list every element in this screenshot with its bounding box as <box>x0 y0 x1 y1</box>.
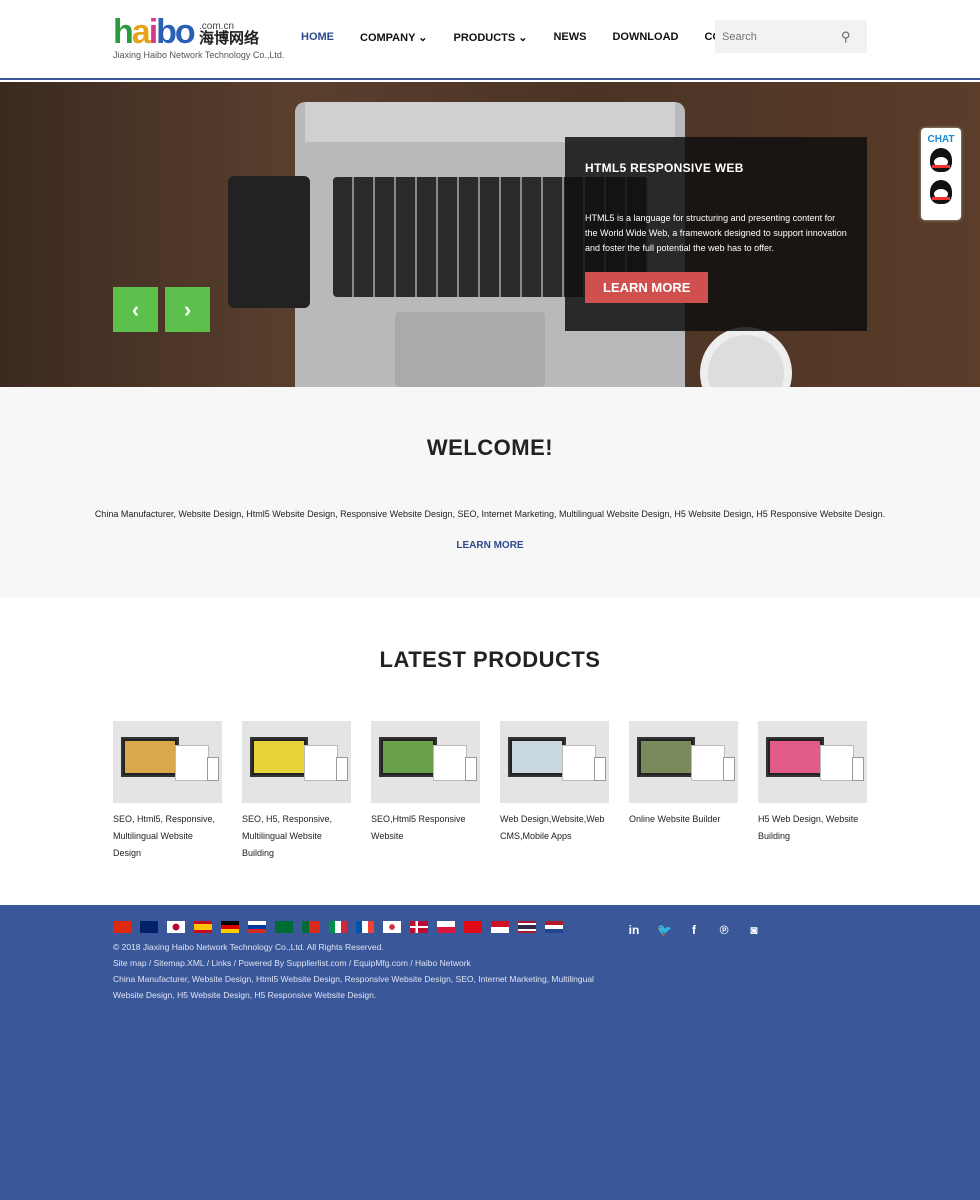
product-thumbnail[interactable] <box>500 721 609 803</box>
welcome-text: China Manufacturer, Website Design, Html… <box>94 509 886 519</box>
product-list: SEO, Html5, Responsive, Multilingual Web… <box>113 721 867 862</box>
flag-pt-icon[interactable] <box>302 921 320 933</box>
hero-slider: ‹ › HTML5 RESPONSIVE WEB HTML5 is a lang… <box>0 82 980 387</box>
product-name[interactable]: SEO,Html5 Responsive Website <box>371 811 480 845</box>
footer-links[interactable]: Site map / Sitemap.XML / Links / Powered… <box>113 955 603 971</box>
footer-keywords: China Manufacturer, Website Design, Html… <box>113 974 594 1000</box>
header: haibo .com.cn 海博网络 Jiaxing Haibo Network … <box>0 0 980 80</box>
search-icon[interactable]: ⚲ <box>841 29 851 45</box>
search-box: ⚲ <box>715 20 867 53</box>
nav-news[interactable]: NEWS <box>553 31 586 44</box>
chat-widget[interactable]: CHAT <box>921 128 961 220</box>
flag-id-icon[interactable] <box>491 921 509 933</box>
flag-cn-icon[interactable] <box>113 921 131 933</box>
product-card[interactable]: Online Website Builder <box>629 721 738 862</box>
social-links: in 🐦 f ℗ ◙ <box>627 923 761 937</box>
hero-text: HTML5 is a language for structuring and … <box>585 213 847 253</box>
flag-kr-icon[interactable] <box>383 921 401 933</box>
product-card[interactable]: H5 Web Design, Website Building <box>758 721 867 862</box>
search-input[interactable] <box>715 30 835 43</box>
product-name[interactable]: SEO, H5, Responsive, Multilingual Websit… <box>242 811 351 862</box>
learn-more-button[interactable]: LEARN MORE <box>585 272 709 303</box>
product-card[interactable]: SEO, Html5, Responsive, Multilingual Web… <box>113 721 222 862</box>
product-thumbnail[interactable] <box>371 721 480 803</box>
flag-sa-icon[interactable] <box>275 921 293 933</box>
cup-image <box>700 327 792 387</box>
facebook-icon[interactable]: f <box>687 923 701 937</box>
product-thumbnail[interactable] <box>629 721 738 803</box>
welcome-section: WELCOME! China Manufacturer, Website Des… <box>0 387 980 597</box>
flag-fr-icon[interactable] <box>356 921 374 933</box>
section-title: LATEST PRODUCTS <box>379 647 601 672</box>
product-card[interactable]: SEO,Html5 Responsive Website <box>371 721 480 862</box>
product-thumbnail[interactable] <box>758 721 867 803</box>
logo-domain: .com.cn 海博网络 <box>199 21 260 47</box>
instagram-icon[interactable]: ◙ <box>747 923 761 937</box>
qq-icon[interactable] <box>930 148 952 172</box>
product-thumbnail[interactable] <box>113 721 222 803</box>
flag-ru-icon[interactable] <box>248 921 266 933</box>
flag-gb-icon[interactable] <box>140 921 158 933</box>
logo-mark: haibo <box>113 13 196 51</box>
nav-company[interactable]: COMPANY ⌄ <box>360 31 427 44</box>
flag-no-icon[interactable] <box>410 921 428 933</box>
company-name: Jiaxing Haibo Network Technology Co.,Ltd… <box>113 50 285 60</box>
logo[interactable]: haibo .com.cn 海博网络 Jiaxing Haibo Network … <box>113 13 285 60</box>
product-thumbnail[interactable] <box>242 721 351 803</box>
flag-th-icon[interactable] <box>518 921 536 933</box>
product-card[interactable]: Web Design,Website,Web CMS,Mobile Apps <box>500 721 609 862</box>
language-flags <box>113 921 563 933</box>
flag-jp-icon[interactable] <box>167 921 185 933</box>
flag-es-icon[interactable] <box>194 921 212 933</box>
nav-download[interactable]: DOWNLOAD <box>612 31 678 44</box>
flag-it-icon[interactable] <box>329 921 347 933</box>
nav-products[interactable]: PRODUCTS ⌄ <box>453 31 527 44</box>
product-name[interactable]: Web Design,Website,Web CMS,Mobile Apps <box>500 811 609 845</box>
flag-tr-icon[interactable] <box>464 921 482 933</box>
nav-home[interactable]: HOME <box>301 31 334 44</box>
footer-text: © 2018 Jiaxing Haibo Network Technology … <box>113 939 603 1003</box>
flag-de-icon[interactable] <box>221 921 239 933</box>
latest-products-section: LATEST PRODUCTS SEO, Html5, Responsive, … <box>0 597 980 858</box>
welcome-title: WELCOME! <box>426 435 554 460</box>
product-card[interactable]: SEO, H5, Responsive, Multilingual Websit… <box>242 721 351 862</box>
qq-icon[interactable] <box>930 180 952 204</box>
camera-image <box>228 176 310 308</box>
footer: © 2018 Jiaxing Haibo Network Technology … <box>0 905 980 1200</box>
prev-slide-button[interactable]: ‹ <box>113 287 158 332</box>
logo-cn-name: 海博网络 <box>199 30 260 47</box>
product-name[interactable]: Online Website Builder <box>629 811 738 828</box>
chat-label: CHAT <box>927 134 955 145</box>
flag-pl-icon[interactable] <box>437 921 455 933</box>
copyright: © 2018 Jiaxing Haibo Network Technology … <box>113 942 384 952</box>
hero-title: HTML5 RESPONSIVE WEB <box>585 161 744 175</box>
twitter-icon[interactable]: 🐦 <box>657 923 672 937</box>
next-slide-button[interactable]: › <box>165 287 210 332</box>
welcome-learn-more-link[interactable]: LEARN MORE <box>0 540 980 551</box>
product-name[interactable]: H5 Web Design, Website Building <box>758 811 867 845</box>
flag-nl-icon[interactable] <box>545 921 563 933</box>
product-name[interactable]: SEO, Html5, Responsive, Multilingual Web… <box>113 811 222 862</box>
hero-caption: HTML5 RESPONSIVE WEB HTML5 is a language… <box>565 137 867 331</box>
pinterest-icon[interactable]: ℗ <box>717 923 731 937</box>
main-nav: HOMECOMPANY ⌄PRODUCTS ⌄NEWSDOWNLOADCONTA… <box>301 31 783 44</box>
linkedin-icon[interactable]: in <box>627 923 641 937</box>
